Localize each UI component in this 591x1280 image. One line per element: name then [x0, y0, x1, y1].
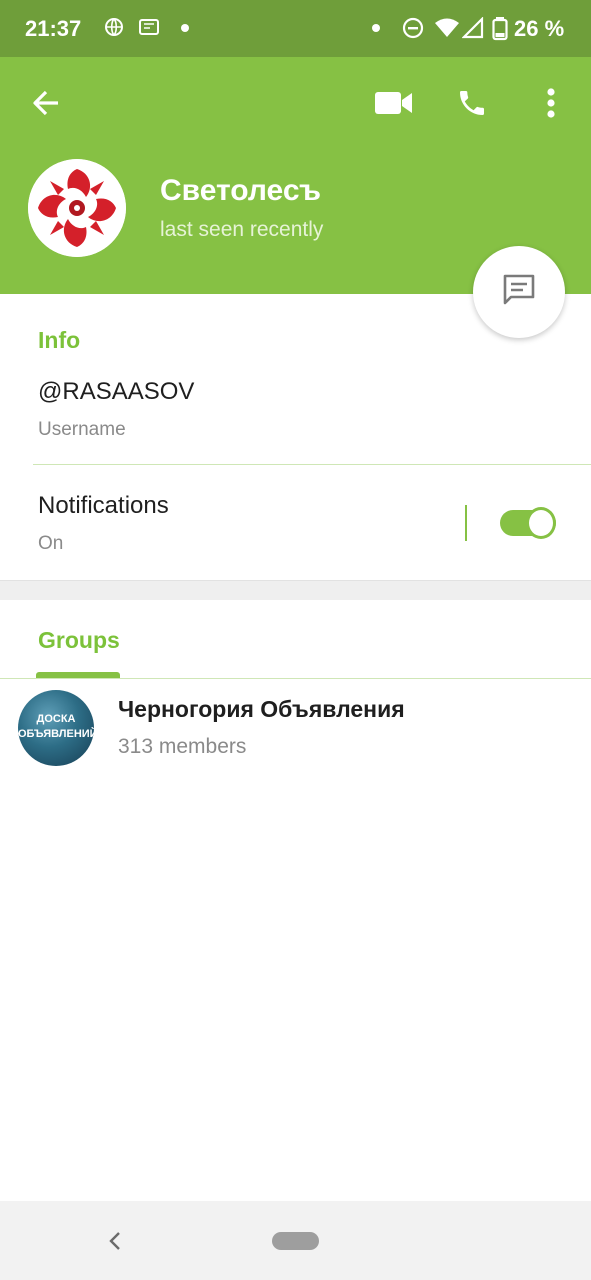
battery-icon: [492, 17, 508, 41]
group-avatar: ДОСКА ОБЪЯВЛЕНИЙ: [18, 690, 94, 766]
battery-percent: 26 %: [514, 16, 565, 41]
status-time: 21:37: [25, 16, 82, 41]
video-camera-icon[interactable]: [370, 79, 418, 127]
send-message-button[interactable]: [473, 246, 565, 338]
notifications-label: Notifications: [38, 492, 169, 519]
toggle-separator: [465, 505, 467, 541]
arrow-left-icon[interactable]: [22, 79, 70, 127]
phone-icon[interactable]: [448, 79, 496, 127]
avatar[interactable]: [28, 159, 126, 257]
signal-icon: [461, 16, 484, 39]
dnd-icon: [402, 17, 424, 39]
list-item[interactable]: ДОСКА ОБЪЯВЛЕНИЙ Черногория Объявления 3…: [0, 680, 591, 776]
notifications-value: On: [38, 533, 64, 554]
section-gap: [0, 580, 591, 600]
group-avatar-text: ДОСКА ОБЪЯВЛЕНИЙ: [18, 713, 94, 740]
system-nav-bar: [0, 1201, 591, 1280]
tab-groups[interactable]: Groups: [38, 627, 120, 654]
wifi-icon: [434, 17, 460, 39]
more-vert-icon[interactable]: [527, 79, 575, 127]
info-divider: [33, 464, 591, 465]
group-name: Черногория Объявления: [118, 696, 405, 722]
notifications-toggle[interactable]: [500, 507, 556, 539]
status-bar: 21:37 26 %: [0, 0, 591, 57]
toggle-knob: [526, 507, 556, 539]
group-members: 313 members: [118, 735, 247, 758]
home-pill-icon[interactable]: [272, 1232, 319, 1250]
notification-dot-icon: [371, 17, 381, 39]
notification-dot-icon: [180, 17, 190, 39]
profile-last-seen: last seen recently: [160, 218, 324, 241]
profile-name: Светолесъ: [160, 174, 321, 207]
info-section-title: Info: [38, 327, 81, 353]
payment-card-icon: [138, 17, 160, 39]
message-icon: [501, 272, 537, 313]
username-label: Username: [38, 419, 126, 440]
nav-back-icon[interactable]: [100, 1223, 130, 1259]
username-value[interactable]: @RASAASOV: [38, 378, 194, 406]
tabs-divider: [0, 678, 591, 679]
vpn-globe-icon: [104, 17, 124, 39]
